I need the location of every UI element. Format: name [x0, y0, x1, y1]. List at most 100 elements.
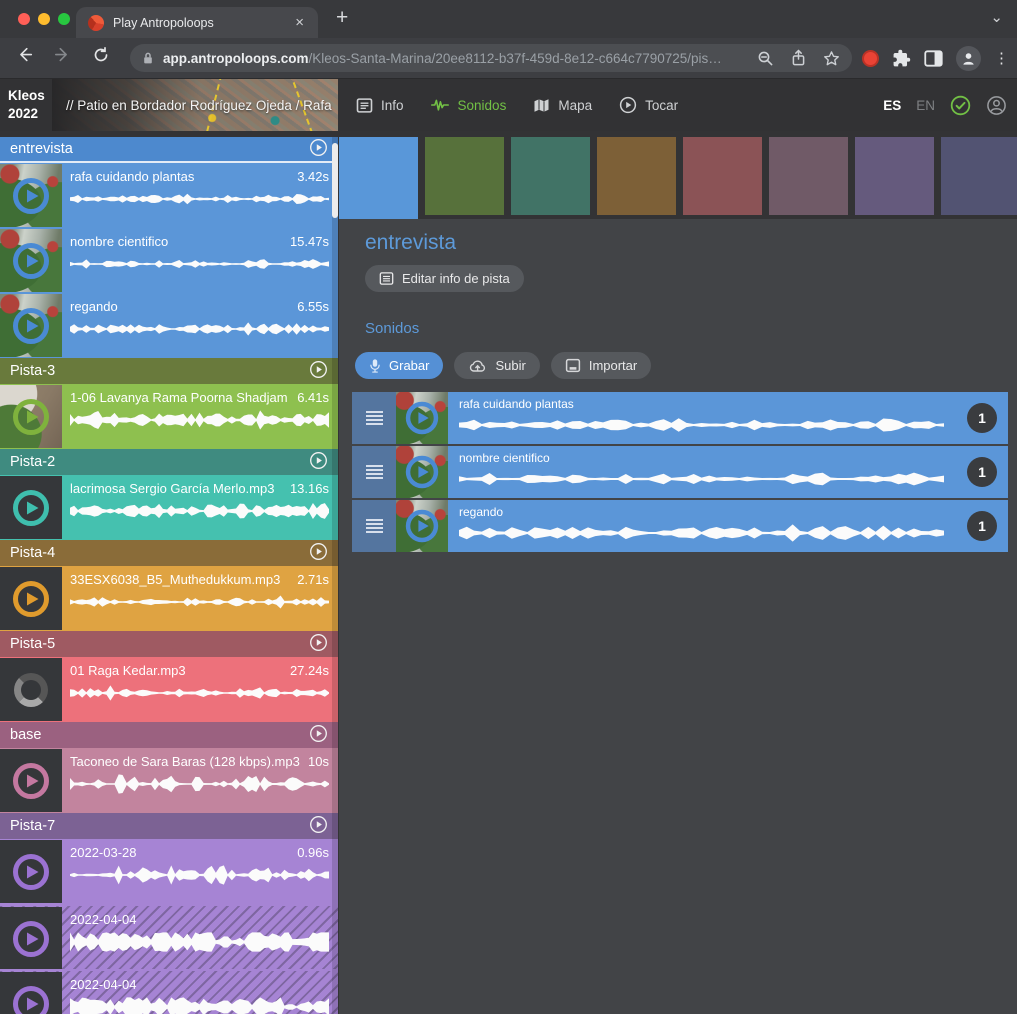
- new-tab-button[interactable]: +: [336, 6, 348, 30]
- track-header[interactable]: base: [0, 722, 338, 748]
- sound-waveform: [70, 774, 329, 794]
- sound-item[interactable]: 2022-04-04: [0, 969, 338, 1014]
- sync-check-icon[interactable]: [950, 95, 971, 116]
- drag-handle[interactable]: [352, 500, 396, 552]
- sound-thumbnail[interactable]: [0, 567, 62, 630]
- track-play-button[interactable]: [309, 451, 328, 474]
- track-section: entrevistarafa cuidando plantas3.42snomb…: [0, 137, 338, 358]
- track-color-block[interactable]: [511, 137, 590, 215]
- sound-thumbnail[interactable]: [0, 294, 62, 357]
- close-tab-icon[interactable]: ×: [293, 13, 306, 32]
- track-header[interactable]: Pista-4: [0, 540, 338, 566]
- tab-search-chevron-icon[interactable]: ⌄: [990, 8, 1003, 26]
- sound-body[interactable]: rafa cuidando plantas1: [448, 392, 1008, 444]
- window-controls[interactable]: [18, 13, 70, 25]
- sound-thumbnail[interactable]: [0, 749, 62, 812]
- track-header[interactable]: Pista-5: [0, 631, 338, 657]
- track-play-button[interactable]: [309, 138, 328, 161]
- track-color-block[interactable]: [683, 137, 762, 215]
- sound-thumbnail[interactable]: [0, 907, 62, 970]
- drag-handle[interactable]: [352, 446, 396, 498]
- side-panel-icon[interactable]: [924, 50, 943, 67]
- profile-avatar[interactable]: [956, 46, 981, 71]
- panel-sound-row[interactable]: nombre cientifico1: [352, 446, 1008, 498]
- zoom-icon[interactable]: [757, 50, 774, 67]
- sidebar-scrollbar[interactable]: [332, 137, 338, 1014]
- sound-thumbnail[interactable]: [396, 392, 448, 444]
- close-window-button[interactable]: [18, 13, 30, 25]
- scrollbar-thumb[interactable]: [332, 143, 338, 218]
- track-color-block[interactable]: [769, 137, 848, 215]
- sound-item[interactable]: rafa cuidando plantas3.42s: [0, 163, 338, 228]
- extensions-puzzle-icon[interactable]: [892, 49, 911, 68]
- browser-tab[interactable]: Play Antropoloops ×: [76, 7, 318, 38]
- track-section: Pista-2lacrimosa Sergio García Merlo.mp3…: [0, 449, 338, 540]
- sound-body[interactable]: nombre cientifico1: [448, 446, 1008, 498]
- track-play-button[interactable]: [309, 724, 328, 747]
- account-icon[interactable]: [986, 95, 1007, 116]
- nav-item-sonidos[interactable]: Sonidos: [431, 97, 507, 113]
- minimize-window-button[interactable]: [38, 13, 50, 25]
- sound-duration: 15.47s: [290, 234, 329, 249]
- track-header[interactable]: Pista-7: [0, 813, 338, 839]
- track-play-button[interactable]: [309, 542, 328, 565]
- sound-thumbnail[interactable]: [396, 500, 448, 552]
- bookmark-star-icon[interactable]: [823, 50, 840, 67]
- track-play-button[interactable]: [309, 633, 328, 656]
- browser-menu-icon[interactable]: ⋮: [994, 49, 1009, 67]
- track-header[interactable]: Pista-3: [0, 358, 338, 384]
- sound-item[interactable]: 01 Raga Kedar.mp327.24s: [0, 657, 338, 722]
- track-play-button[interactable]: [309, 815, 328, 838]
- project-map-thumbnail[interactable]: // Patio en Bordador Rodríguez Ojeda / R…: [52, 79, 338, 131]
- record-button[interactable]: Grabar: [355, 352, 443, 379]
- nav-item-mapa[interactable]: Mapa: [533, 98, 592, 113]
- sound-item[interactable]: 2022-03-280.96s: [0, 839, 338, 904]
- language-es[interactable]: ES: [883, 98, 901, 113]
- language-en[interactable]: EN: [916, 98, 935, 113]
- edit-track-info-button[interactable]: Editar info de pista: [365, 265, 524, 292]
- app-logo[interactable]: Kleos 2022: [8, 87, 45, 123]
- sound-item[interactable]: 2022-04-04: [0, 904, 338, 969]
- nav-item-tocar[interactable]: Tocar: [619, 96, 678, 114]
- track-play-button[interactable]: [309, 360, 328, 383]
- sound-item[interactable]: 33ESX6038_B5_Muthedukkum.mp32.71s: [0, 566, 338, 631]
- sound-thumbnail[interactable]: [0, 385, 62, 448]
- panel-sound-row[interactable]: rafa cuidando plantas1: [352, 392, 1008, 444]
- sound-thumbnail[interactable]: [0, 164, 62, 227]
- panel-sound-row[interactable]: regando1: [352, 500, 1008, 552]
- nav-item-info[interactable]: Info: [356, 97, 404, 114]
- sound-thumbnail[interactable]: [0, 229, 62, 292]
- track-color-block[interactable]: [425, 137, 504, 215]
- sound-thumbnail[interactable]: [0, 476, 62, 539]
- drag-handle[interactable]: [352, 392, 396, 444]
- track-color-block[interactable]: [339, 137, 418, 219]
- sound-item[interactable]: Taconeo de Sara Baras (128 kbps).mp310s: [0, 748, 338, 813]
- sound-title: 2022-03-28: [70, 845, 291, 860]
- sound-item[interactable]: nombre cientifico 15.47s: [0, 228, 338, 293]
- maximize-window-button[interactable]: [58, 13, 70, 25]
- sound-thumbnail[interactable]: [0, 658, 62, 721]
- waveform: [70, 254, 329, 274]
- sound-item[interactable]: regando6.55s: [0, 293, 338, 358]
- drag-handle-icon: [366, 463, 383, 481]
- sound-thumbnail[interactable]: [0, 972, 62, 1014]
- url-bar[interactable]: app.antropoloops.com/Kleos-Santa-Marina/…: [130, 44, 852, 72]
- back-button[interactable]: [16, 46, 35, 70]
- sound-thumbnail[interactable]: [0, 840, 62, 903]
- track-color-block[interactable]: [855, 137, 934, 215]
- track-color-block[interactable]: [941, 137, 1017, 215]
- recording-extension-icon[interactable]: [862, 50, 879, 67]
- sound-body[interactable]: regando1: [448, 500, 1008, 552]
- import-button[interactable]: Importar: [551, 352, 651, 379]
- share-icon[interactable]: [791, 49, 806, 67]
- sound-item[interactable]: 1-06 Lavanya Rama Poorna Shadjam Rupak..…: [0, 384, 338, 449]
- sound-item[interactable]: lacrimosa Sergio García Merlo.mp313.16s: [0, 475, 338, 540]
- track-header[interactable]: entrevista: [0, 137, 338, 163]
- track-color-block[interactable]: [597, 137, 676, 215]
- sound-thumbnail[interactable]: [396, 446, 448, 498]
- reload-button[interactable]: [92, 46, 110, 69]
- forward-button[interactable]: [54, 46, 73, 70]
- track-header[interactable]: Pista-2: [0, 449, 338, 475]
- sound-title: nombre cientifico: [70, 234, 284, 249]
- upload-button[interactable]: Subir: [454, 352, 539, 379]
